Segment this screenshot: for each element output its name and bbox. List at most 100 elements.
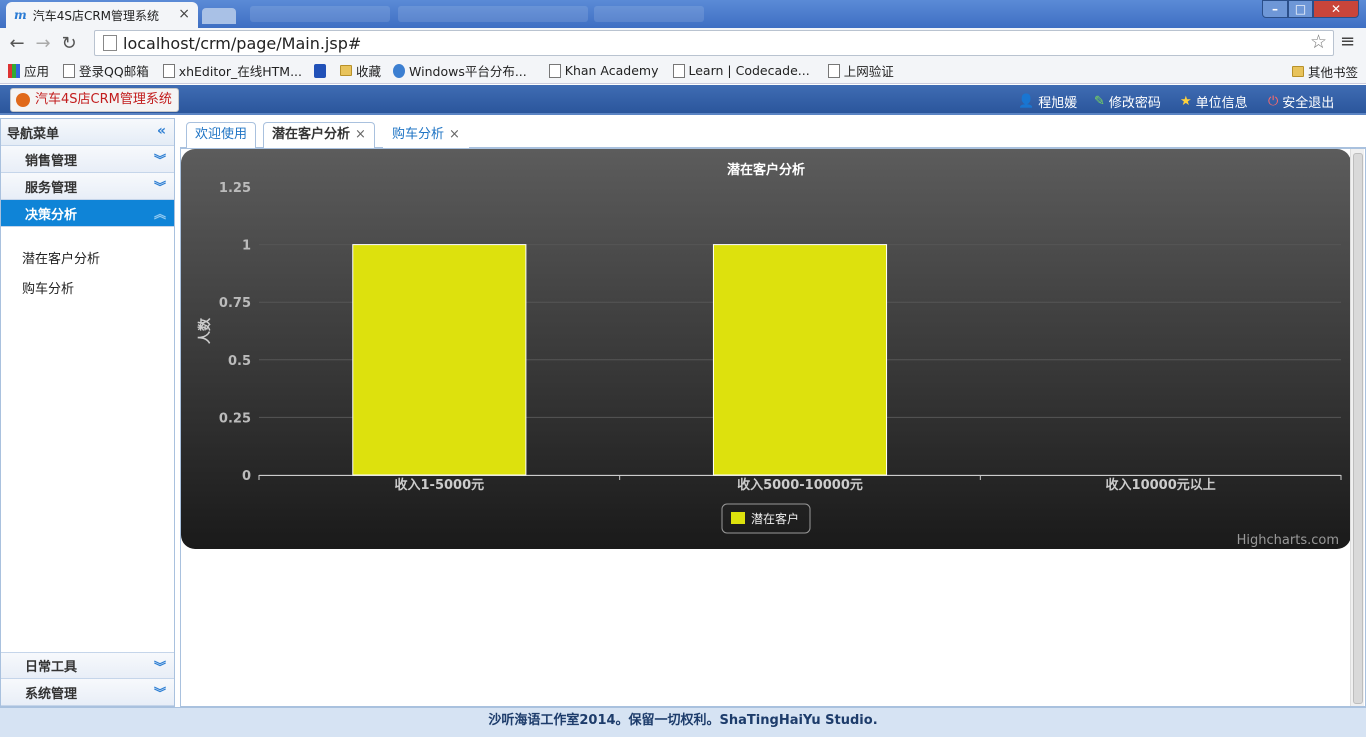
bookmark-qqmail[interactable]: 登录QQ邮箱 — [63, 61, 149, 80]
user-link[interactable]: 👤 程旭媛 — [1018, 92, 1077, 111]
chevron-up-icon: ︽ — [153, 207, 166, 221]
other-bookmarks[interactable]: 其他书签 — [1291, 62, 1358, 81]
change-password-link[interactable]: ✎ 修改密码 — [1094, 92, 1161, 111]
bookmark-baidu[interactable] — [314, 63, 330, 78]
minimize-button[interactable]: – — [1262, 0, 1288, 18]
chevron-down-icon: ︾ — [153, 153, 166, 167]
footer: 沙听海语工作室2014。保留一切权利。ShaTingHaiYu Studio. — [0, 707, 1366, 737]
bookmark-xheditor[interactable]: xhEditor_在线HTM... — [162, 61, 302, 80]
collapse-left-icon[interactable]: « — [157, 123, 166, 139]
legend-label: 潜在客户 — [751, 511, 799, 526]
legend-swatch — [731, 512, 745, 524]
tab-purchase-analysis[interactable]: 购车分析 × — [383, 122, 469, 148]
chart-container: 潜在客户分析 0 0.25 0.5 0.75 1 1.25 人数 收入1-5000元 收入5000… — [181, 149, 1351, 549]
page-icon — [548, 63, 561, 78]
vertical-scrollbar[interactable] — [1350, 149, 1364, 706]
maximize-button[interactable]: □ — [1288, 0, 1313, 18]
logout-link[interactable]: ⏻ 安全退出 — [1268, 92, 1334, 111]
forward-arrow-icon[interactable]: → — [30, 30, 56, 56]
bookmark-windows[interactable]: Windows平台分布... — [393, 61, 527, 80]
app-title-text: 汽车4S店CRM管理系统 — [35, 92, 172, 107]
page-icon — [162, 63, 175, 78]
tab-welcome[interactable]: 欢迎使用 — [186, 122, 257, 148]
close-window-button[interactable]: ✕ — [1313, 0, 1359, 18]
tab-close-icon[interactable]: × — [355, 127, 366, 142]
section-label: 服务管理 — [25, 180, 78, 196]
bookmark-codecademy[interactable]: Learn | Codecade... — [672, 63, 810, 78]
bookmark-label: 其他书签 — [1307, 65, 1358, 80]
y-tick-label: 0.75 — [219, 296, 251, 311]
browser-menu-icon[interactable]: ≡ — [1340, 31, 1355, 52]
sidebar-section-analysis[interactable]: 决策分析 ︽ — [1, 200, 174, 227]
reload-icon[interactable]: ↻ — [56, 30, 82, 56]
bookmark-network[interactable]: 上网验证 — [827, 61, 894, 80]
sidebar-item-purchase-analysis[interactable]: 购车分析 — [1, 275, 174, 305]
bookmark-label: Khan Academy — [564, 63, 659, 78]
page-icon — [103, 35, 117, 51]
browser-tab[interactable]: m 汽车4S店CRM管理系统 × — [6, 2, 198, 28]
browser-tab-title: 汽车4S店CRM管理系统 — [32, 8, 160, 23]
tab-label: 潜在客户分析 — [272, 127, 351, 142]
section-label: 日常工具 — [25, 660, 78, 675]
bookmark-label: 登录QQ邮箱 — [79, 64, 149, 79]
bookmark-apps[interactable]: 应用 — [8, 61, 49, 80]
unit-info-label: 单位信息 — [1195, 96, 1248, 111]
y-tick-label: 1 — [242, 239, 251, 254]
sidebar-section-tools[interactable]: 日常工具 ︾ — [1, 652, 174, 679]
tab-close-icon[interactable]: × — [178, 6, 190, 22]
tab-close-icon[interactable]: × — [449, 127, 460, 142]
bookmark-khan[interactable]: Khan Academy — [548, 63, 659, 78]
sidebar-section-service[interactable]: 服务管理 ︾ — [1, 173, 174, 200]
y-tick-label: 0.5 — [228, 354, 251, 369]
sidebar-bottom-sections: 日常工具 ︾ 系统管理 ︾ — [1, 652, 174, 706]
app-title: 汽车4S店CRM管理系统 — [10, 88, 179, 112]
chart-credits: Highcharts.com — [1237, 533, 1339, 548]
pencil-icon: ✎ — [1094, 94, 1105, 109]
back-arrow-icon[interactable]: ← — [4, 30, 30, 56]
user-name: 程旭媛 — [1038, 96, 1078, 111]
x-tick-label: 收入10000元以上 — [1106, 477, 1216, 493]
background-tab[interactable] — [250, 6, 390, 22]
bar-chart: 潜在客户分析 0 0.25 0.5 0.75 1 1.25 人数收入1-5000元 收入5000… — [197, 162, 1342, 548]
globe-icon — [393, 63, 406, 78]
background-tab[interactable] — [594, 6, 704, 22]
folder-icon — [340, 65, 353, 76]
unit-info-link[interactable]: ★ 单位信息 — [1180, 92, 1248, 111]
bookmarks-bar: 应用 登录QQ邮箱 xhEditor_在线HTM... 收藏 Windows平台… — [0, 58, 1366, 84]
bookmark-star-icon[interactable]: ☆ — [1310, 31, 1327, 53]
section-label: 系统管理 — [25, 686, 78, 702]
x-tick-label: 收入5000-10000元 — [737, 477, 863, 493]
sidebar-section-system[interactable]: 系统管理 ︾ — [1, 679, 174, 706]
y-tick-label: 0 — [242, 469, 251, 484]
sidebar-item-potential-customers[interactable]: 潜在客户分析 — [1, 245, 174, 275]
bar — [352, 244, 527, 476]
url-text: localhost/crm/page/Main.jsp# — [123, 33, 362, 53]
bookmark-folder-favorites[interactable]: 收藏 — [340, 61, 381, 80]
bookmark-label: Windows平台分布... — [409, 64, 527, 79]
sidebar-sub-menu: 潜在客户分析 购车分析 — [1, 227, 174, 305]
scrollbar-thumb[interactable] — [1353, 153, 1363, 704]
section-label: 销售管理 — [25, 153, 78, 169]
power-icon: ⏻ — [1268, 94, 1279, 109]
address-bar[interactable]: localhost/crm/page/Main.jsp# ☆ — [94, 30, 1334, 56]
tab-panel: 潜在客户分析 0 0.25 0.5 0.75 1 1.25 人数 收入1-5000元 收入5000… — [180, 148, 1366, 707]
tab-potential-customers[interactable]: 潜在客户分析 × — [263, 122, 375, 149]
bookmark-label: Learn | Codecade... — [688, 63, 810, 78]
logo-icon — [16, 93, 30, 107]
page-icon — [672, 63, 685, 78]
new-tab-button[interactable] — [202, 8, 236, 24]
bookmark-label: 收藏 — [356, 64, 382, 79]
sidebar-section-sales[interactable]: 销售管理 ︾ — [1, 146, 174, 173]
site-favicon-icon: m — [14, 8, 27, 22]
star-icon: ★ — [1180, 94, 1192, 109]
tab-label: 欢迎使用 — [195, 127, 248, 142]
chevron-down-icon: ︾ — [153, 686, 166, 700]
chart-title: 潜在客户分析 — [727, 162, 805, 178]
page-icon — [827, 63, 840, 78]
paw-icon — [314, 63, 327, 78]
bar — [712, 244, 888, 476]
background-tab[interactable] — [398, 6, 588, 22]
y-tick-label: 0.25 — [219, 411, 251, 426]
main-content: 欢迎使用 潜在客户分析 × 购车分析 × 潜在客户分析 0 0.25 0.5 0.75 1 1.… — [180, 118, 1366, 707]
section-label: 决策分析 — [25, 207, 78, 223]
